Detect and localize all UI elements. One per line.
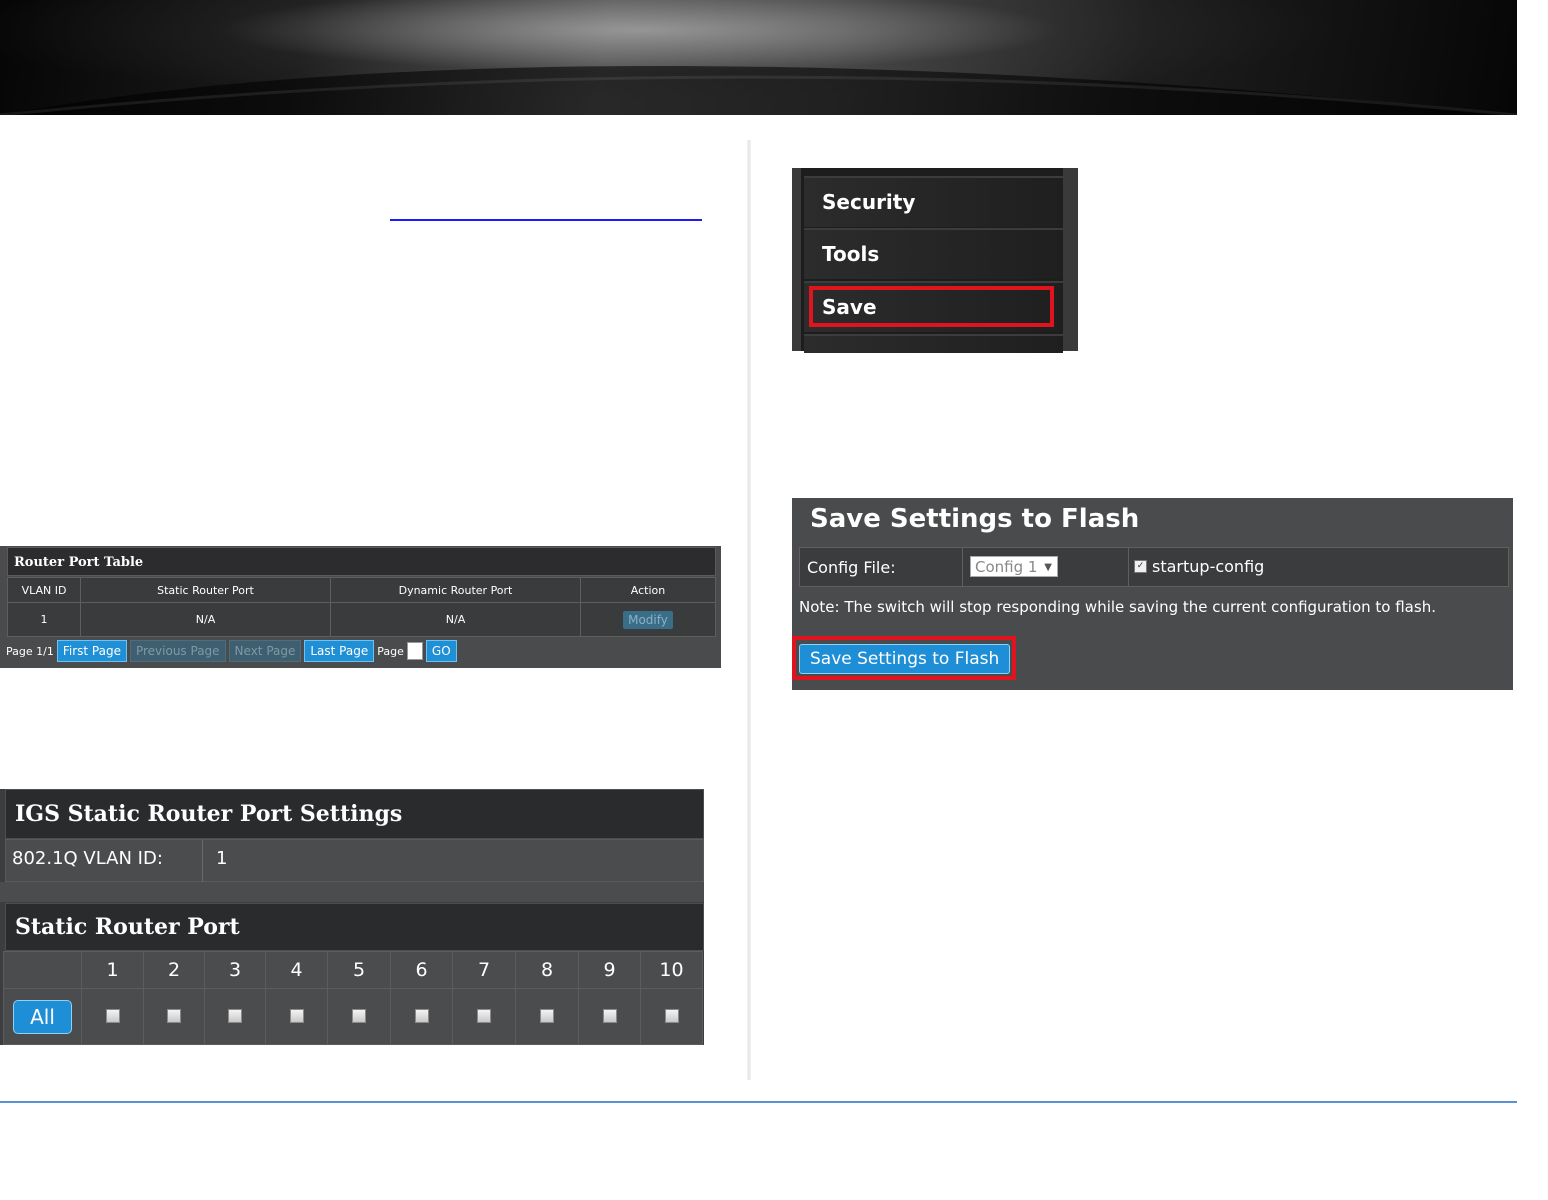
port-header-5: 5 bbox=[327, 951, 391, 989]
config-label-cell: Config File: bbox=[800, 548, 963, 586]
footer-line bbox=[0, 1101, 1517, 1103]
port-cell-3 bbox=[204, 988, 266, 1045]
hyperlink-underline[interactable] bbox=[390, 219, 702, 221]
previous-page-button[interactable]: Previous Page bbox=[129, 640, 226, 662]
page-label: Page bbox=[377, 644, 404, 658]
vlan-id-row: 802.1Q VLAN ID: 1 bbox=[5, 839, 704, 883]
menu-right-edge bbox=[1063, 168, 1078, 351]
port-header-6: 6 bbox=[390, 951, 453, 989]
port-7-checkbox[interactable] bbox=[477, 1008, 491, 1023]
save-highlight-box bbox=[809, 286, 1054, 327]
port-cell-2 bbox=[143, 988, 205, 1045]
config-file-label: Config File: bbox=[807, 558, 896, 577]
port-header-row: 1 2 3 4 5 6 7 8 9 10 bbox=[3, 951, 703, 989]
port-cell-10 bbox=[640, 988, 703, 1045]
column-divider bbox=[747, 140, 751, 1080]
save-button-highlight-box bbox=[792, 636, 1016, 680]
port-5-checkbox[interactable] bbox=[352, 1008, 366, 1023]
col-vlan-id: VLAN ID bbox=[7, 577, 81, 603]
port-checkbox-row: All bbox=[3, 988, 703, 1045]
port-9-checkbox[interactable] bbox=[602, 1008, 617, 1023]
port-header-7: 7 bbox=[452, 951, 516, 989]
save-settings-title: Save Settings to Flash bbox=[810, 504, 1140, 534]
cell-static-router-port: N/A bbox=[80, 602, 331, 637]
config-select-cell: Config 1 ▼ bbox=[962, 548, 1129, 586]
vlan-id-label: 802.1Q VLAN ID: bbox=[12, 848, 163, 869]
router-port-table-panel: Router Port Table VLAN ID Static Router … bbox=[0, 546, 721, 668]
all-cell: All bbox=[3, 988, 82, 1045]
port-cell-6 bbox=[390, 988, 453, 1045]
col-static-router-port: Static Router Port bbox=[80, 577, 331, 603]
port-header-1: 1 bbox=[81, 951, 144, 989]
igs-settings-title: IGS Static Router Port Settings bbox=[5, 789, 704, 839]
static-router-port-table: 1 2 3 4 5 6 7 8 9 10 All bbox=[3, 951, 703, 1045]
all-button[interactable]: All bbox=[13, 999, 72, 1034]
router-port-table-title: Router Port Table bbox=[7, 547, 716, 576]
last-page-button[interactable]: Last Page bbox=[304, 640, 375, 662]
section-gap bbox=[0, 882, 704, 902]
static-router-port-title: Static Router Port bbox=[5, 903, 704, 951]
port-3-checkbox[interactable] bbox=[228, 1008, 242, 1023]
page-number-input[interactable] bbox=[406, 642, 423, 660]
port-6-checkbox[interactable] bbox=[414, 1008, 429, 1023]
side-menu: Security Tools Save bbox=[792, 168, 1078, 353]
startup-config-checkbox[interactable]: ✓ bbox=[1134, 560, 1147, 573]
pagination: Page 1/1 First Page Previous Page Next P… bbox=[6, 640, 457, 662]
menu-item-tools-label: Tools bbox=[822, 242, 880, 266]
router-port-table: VLAN ID Static Router Port Dynamic Route… bbox=[7, 577, 716, 637]
save-settings-panel: Save Settings to Flash Config File: Conf… bbox=[792, 498, 1513, 690]
port-cell-1 bbox=[81, 988, 144, 1045]
startup-config-label: startup-config bbox=[1152, 557, 1265, 576]
go-button[interactable]: GO bbox=[425, 640, 457, 662]
port-header-4: 4 bbox=[265, 951, 328, 989]
port-cell-4 bbox=[265, 988, 328, 1045]
dropdown-arrow-icon: ▼ bbox=[1044, 562, 1052, 573]
port-1-checkbox[interactable] bbox=[105, 1008, 120, 1023]
menu-item-security[interactable]: Security bbox=[804, 176, 1063, 227]
port-10-checkbox[interactable] bbox=[664, 1008, 679, 1023]
config-file-value: Config 1 bbox=[975, 558, 1038, 576]
port-header-blank bbox=[3, 951, 82, 989]
port-header-3: 3 bbox=[204, 951, 266, 989]
col-action: Action bbox=[580, 577, 716, 603]
col-dynamic-router-port: Dynamic Router Port bbox=[330, 577, 581, 603]
cell-vlan-id: 1 bbox=[7, 602, 81, 637]
page-info: Page 1/1 bbox=[6, 644, 54, 658]
menu-item-security-label: Security bbox=[822, 190, 916, 214]
port-header-8: 8 bbox=[515, 951, 579, 989]
port-cell-8 bbox=[515, 988, 579, 1045]
config-file-row: Config File: Config 1 ▼ ✓ startup-config bbox=[799, 547, 1509, 587]
port-4-checkbox[interactable] bbox=[289, 1008, 304, 1023]
cell-dynamic-router-port: N/A bbox=[330, 602, 581, 637]
port-header-2: 2 bbox=[143, 951, 205, 989]
port-2-checkbox[interactable] bbox=[167, 1008, 181, 1023]
port-8-checkbox[interactable] bbox=[540, 1008, 554, 1023]
menu-item-tools[interactable]: Tools bbox=[804, 228, 1063, 279]
menu-left-edge bbox=[792, 168, 801, 351]
port-header-9: 9 bbox=[578, 951, 641, 989]
save-note: Note: The switch will stop responding wh… bbox=[799, 598, 1436, 616]
port-cell-5 bbox=[327, 988, 391, 1045]
vlan-row-separator bbox=[202, 840, 203, 883]
igs-settings-panel: IGS Static Router Port Settings 802.1Q V… bbox=[0, 789, 704, 1045]
modify-button[interactable]: Modify bbox=[623, 610, 673, 629]
vlan-id-value: 1 bbox=[216, 848, 228, 869]
next-page-button[interactable]: Next Page bbox=[228, 640, 302, 662]
cell-action: Modify bbox=[580, 602, 716, 637]
table-row: 1 N/A N/A Modify bbox=[7, 602, 716, 637]
banner-swoosh bbox=[0, 65, 1517, 115]
port-header-10: 10 bbox=[640, 951, 703, 989]
port-cell-7 bbox=[452, 988, 516, 1045]
port-cell-9 bbox=[578, 988, 641, 1045]
config-file-select[interactable]: Config 1 ▼ bbox=[970, 556, 1058, 577]
first-page-button[interactable]: First Page bbox=[56, 640, 127, 662]
menu-item-next bbox=[804, 334, 1063, 353]
